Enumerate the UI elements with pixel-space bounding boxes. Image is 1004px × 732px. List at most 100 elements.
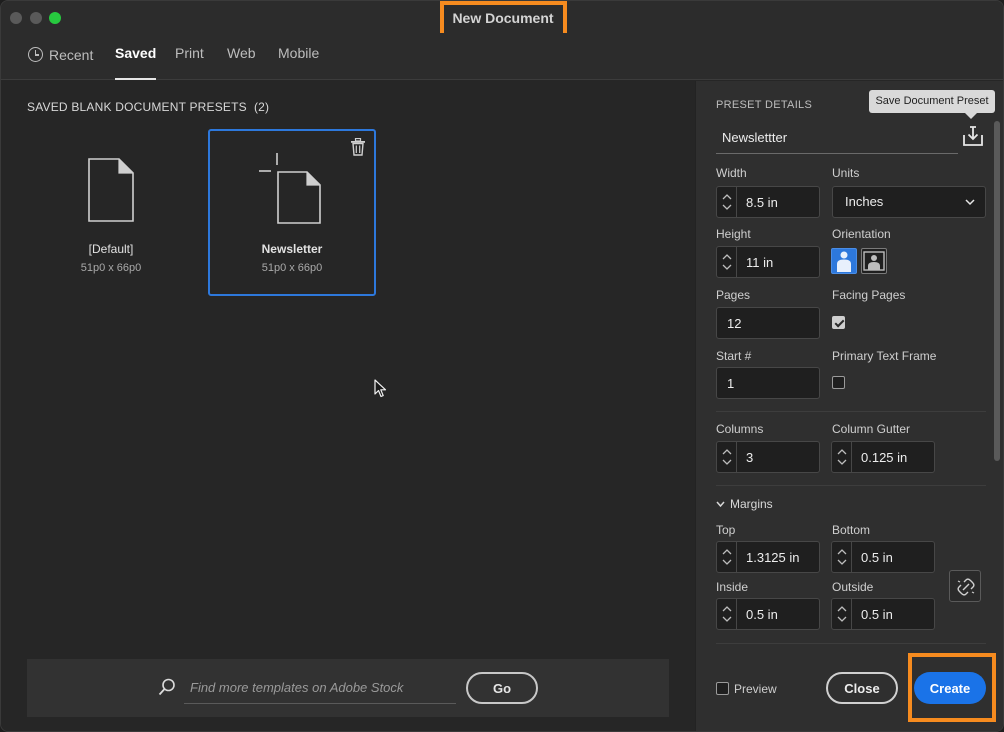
stock-search-input[interactable] [184,672,456,704]
primary-text-frame-label: Primary Text Frame [832,349,937,363]
presets-section-title: SAVED BLANK DOCUMENT PRESETS (2) [27,100,269,114]
portrait-person-icon [837,251,851,272]
chevron-down-icon [716,501,725,507]
preset-name: [Default] [88,242,134,256]
tab-web[interactable]: Web [227,45,256,80]
units-label: Units [832,166,860,180]
margins-disclosure[interactable]: Margins [716,497,773,511]
columns-label: Columns [716,422,764,436]
height-stepper [716,246,820,278]
link-margins-button[interactable] [949,570,981,602]
margin-outside-stepper [831,598,935,630]
dialog-footer: Preview Close Create [696,653,1003,731]
chevron-down-icon [965,199,975,206]
section-divider [716,643,986,644]
stepper-arrows[interactable] [717,599,737,629]
tab-label: Recent [49,47,94,63]
adobe-stock-search-bar: Go [27,659,669,717]
preset-details-panel: PRESET DETAILS Save Document Preset Widt… [695,81,1003,731]
units-selected-value: Inches [845,194,884,209]
search-icon [158,678,175,696]
clock-icon [28,47,43,62]
width-label: Width [716,166,747,180]
tab-mobile[interactable]: Mobile [278,45,319,80]
stepper-arrows[interactable] [717,187,737,217]
save-preset-tooltip: Save Document Preset [869,90,995,119]
tab-recent[interactable]: Recent [28,45,93,80]
orientation-portrait-button[interactable] [831,248,857,274]
columns-stepper [716,441,820,473]
orientation-landscape-button[interactable] [861,248,887,274]
margin-top-label: Top [716,523,736,537]
margin-bottom-input[interactable] [854,542,932,572]
height-input[interactable] [739,247,817,277]
stepper-arrows[interactable] [717,542,737,572]
preset-card-newsletter[interactable]: Newsletter 51p0 x 66p0 [208,129,376,296]
new-document-icon [259,153,321,224]
stepper-arrows[interactable] [717,442,737,472]
margin-inside-stepper [716,598,820,630]
scrollbar-thumb[interactable] [994,121,1000,461]
preset-details-title: PRESET DETAILS [716,99,813,111]
width-stepper [716,186,820,218]
column-gutter-stepper [831,441,935,473]
height-label: Height [716,227,751,241]
margin-outside-label: Outside [832,580,874,594]
pages-label: Pages [716,288,751,302]
presets-count: (2) [253,100,270,114]
go-button[interactable]: Go [466,672,538,704]
stepper-arrows-icon [837,606,847,622]
margins-label: Margins [730,497,773,511]
margin-bottom-label: Bottom [832,523,871,537]
preset-name-field[interactable] [716,121,958,154]
section-divider [716,485,986,486]
margin-inside-input[interactable] [739,599,817,629]
stepper-arrows-icon [837,549,847,565]
document-icon [88,158,134,222]
primary-text-frame-checkbox[interactable] [832,376,845,389]
stepper-arrows[interactable] [832,599,852,629]
orientation-label: Orientation [832,227,891,241]
trash-icon[interactable] [350,138,366,156]
broken-link-icon [957,578,975,596]
presets-area: SAVED BLANK DOCUMENT PRESETS (2) [Defaul… [1,81,695,731]
preset-size: 51p0 x 66p0 [80,262,142,274]
stepper-arrows-icon [837,449,847,465]
preset-card-default[interactable]: [Default] 51p0 x 66p0 [27,129,195,296]
landscape-person-icon [863,251,885,271]
stepper-arrows-icon [722,194,732,210]
section-divider [716,411,986,412]
category-tabs: Recent Saved Print Web Mobile [1,33,1003,80]
width-input[interactable] [739,187,817,217]
preset-name: Newsletter [261,242,323,256]
start-page-input[interactable] [716,367,820,399]
margin-outside-input[interactable] [854,599,932,629]
preset-size: 51p0 x 66p0 [261,262,323,274]
new-document-dialog: New Document Recent Saved Print Web Mobi… [0,0,1004,732]
preview-checkbox[interactable] [716,682,729,695]
stepper-arrows-icon [722,549,732,565]
create-button[interactable]: Create [914,672,986,704]
close-button[interactable]: Close [826,672,898,704]
title-bar: New Document [1,1,1003,42]
columns-input[interactable] [739,442,817,472]
stepper-arrows-icon [722,254,732,270]
units-dropdown[interactable]: Inches [832,186,986,218]
save-preset-icon[interactable] [961,124,985,148]
mouse-cursor-icon [374,379,387,398]
stepper-arrows[interactable] [832,442,852,472]
column-gutter-input[interactable] [854,442,932,472]
stepper-arrows[interactable] [717,247,737,277]
stepper-arrows[interactable] [832,542,852,572]
stepper-arrows-icon [722,606,732,622]
panel-scrollbar[interactable] [993,121,1001,641]
pages-input[interactable] [716,307,820,339]
start-page-label: Start # [716,349,752,363]
tab-saved[interactable]: Saved [115,45,157,80]
column-gutter-label: Column Gutter [832,422,911,436]
tab-print[interactable]: Print [175,45,204,80]
preview-label: Preview [734,682,777,696]
presets-section-label: SAVED BLANK DOCUMENT PRESETS [27,100,247,114]
margin-top-input[interactable] [739,542,817,572]
facing-pages-checkbox[interactable] [832,316,845,329]
